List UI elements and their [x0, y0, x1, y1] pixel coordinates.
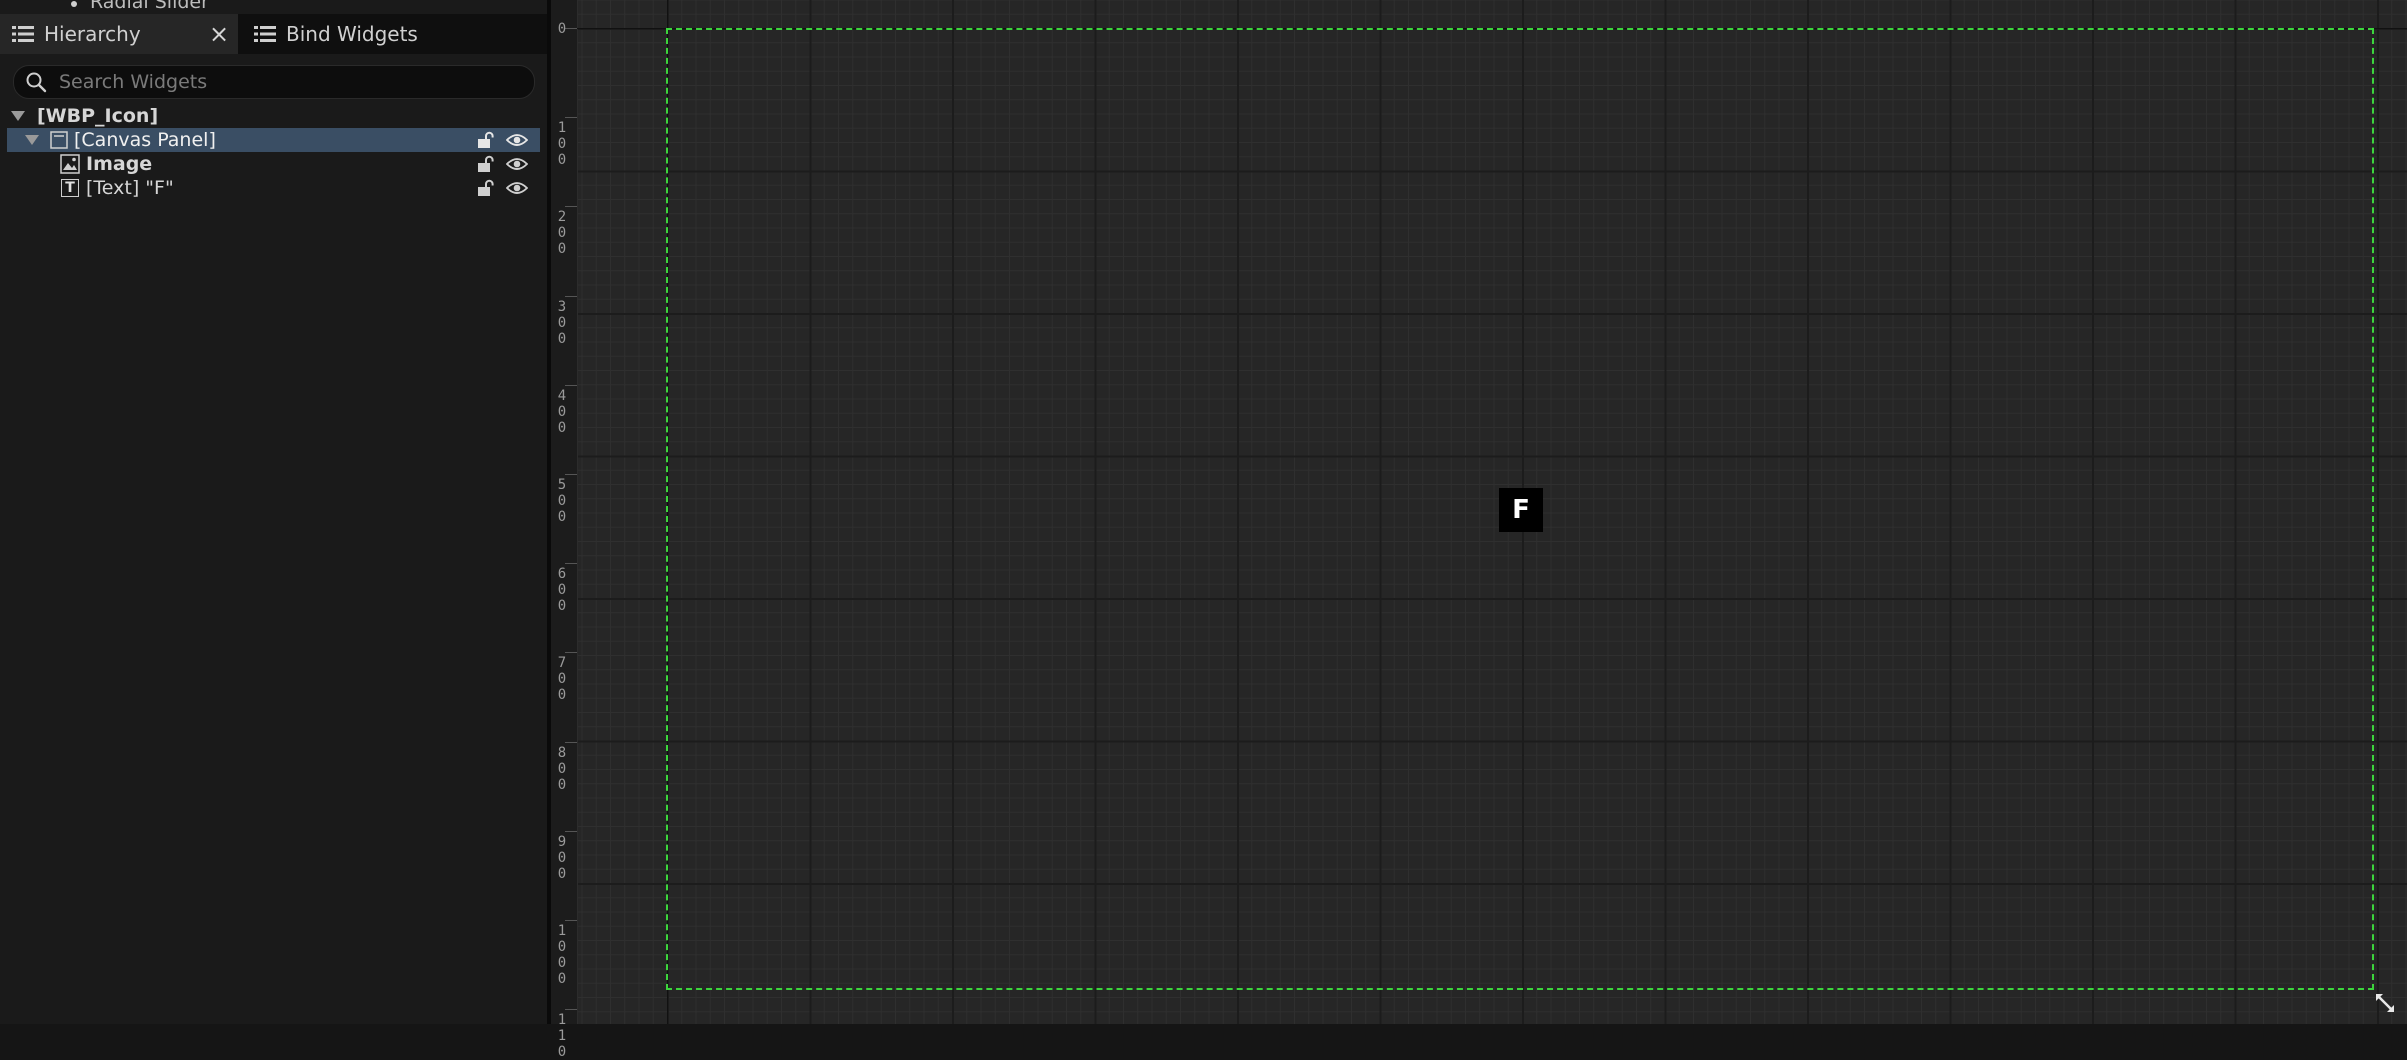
tree-label-canvas-panel: [Canvas Panel]: [74, 129, 216, 151]
list-icon: [12, 26, 34, 42]
list-icon: [254, 26, 276, 42]
palette-item-radial-slider[interactable]: Radial Slider: [90, 0, 209, 12]
ruler-label: 400: [557, 387, 567, 436]
ruler-label: 900: [557, 833, 567, 882]
vertical-ruler: 0 100 200 300 400 500 600 700 800 900 1000 110: [551, 0, 578, 1060]
visibility-eye-icon[interactable]: [506, 132, 528, 148]
ruler-tick: [565, 652, 577, 654]
ruler-tick: [565, 741, 577, 743]
ruler-tick: [565, 117, 577, 119]
tree-row-text[interactable]: T [Text] "F": [0, 176, 547, 200]
image-widget-icon: [60, 154, 80, 174]
tab-hierarchy-label: Hierarchy: [44, 22, 141, 46]
visibility-eye-icon[interactable]: [506, 180, 528, 196]
ruler-label: 800: [557, 744, 567, 793]
row-actions: [476, 128, 540, 152]
ruler-tick: [565, 830, 577, 832]
visibility-eye-icon[interactable]: [506, 156, 528, 172]
tree-label-image: Image: [86, 153, 153, 175]
ruler-label: 200: [557, 209, 567, 258]
ruler-label: 100: [557, 120, 567, 169]
ruler-label: 0: [557, 21, 567, 37]
tree-label-root: [WBP_Icon]: [37, 105, 159, 127]
ruler-tick: [565, 563, 577, 565]
ruler-tick: [565, 1009, 577, 1011]
unlock-icon[interactable]: [476, 131, 494, 149]
unlock-icon[interactable]: [476, 155, 494, 173]
bullet-icon: [71, 1, 77, 7]
ruler-tick: [565, 384, 577, 386]
ruler-label: 1000: [557, 923, 567, 987]
designer-canvas[interactable]: 0 100 200 300 400 500 600 700 800 900 1000 110 F: [551, 0, 2407, 1060]
tab-hierarchy[interactable]: Hierarchy ×: [0, 14, 238, 54]
ruler-tick: [565, 920, 577, 921]
expand-arrow-icon[interactable]: [11, 111, 25, 121]
search-box: [13, 65, 535, 99]
ruler-label: 110: [557, 1012, 567, 1060]
resize-handle-icon[interactable]: [2374, 992, 2396, 1014]
ruler-label: 700: [557, 655, 567, 704]
unlock-icon[interactable]: [476, 179, 494, 197]
tree-row-root[interactable]: [WBP_Icon]: [0, 104, 547, 128]
tree-row-canvas-panel[interactable]: [Canvas Panel]: [7, 128, 540, 152]
ruler-tick: [565, 474, 577, 475]
close-icon[interactable]: ×: [205, 14, 233, 54]
row-actions: [476, 152, 540, 176]
palette-list-remnant: Radial Slider: [0, 0, 547, 12]
hierarchy-panel: Radial Slider Hierarchy × Bind Widgets S…: [0, 0, 547, 1024]
ruler-tick: [565, 206, 577, 208]
ruler-label: 500: [557, 477, 567, 525]
panel-tab-bar: Hierarchy × Bind Widgets: [0, 14, 547, 54]
tree-label-text: [Text] "F": [86, 177, 174, 199]
canvas-panel-icon: [50, 131, 68, 149]
row-actions: [476, 176, 540, 200]
text-widget-icon: T: [61, 179, 79, 197]
text-widget-f[interactable]: F: [1499, 488, 1543, 532]
expand-arrow-icon[interactable]: [25, 135, 39, 145]
search-input[interactable]: [57, 70, 521, 94]
search-icon: [25, 71, 47, 93]
ruler-label: 300: [557, 298, 567, 347]
ruler-tick: [565, 295, 577, 297]
tab-bind-widgets-label: Bind Widgets: [286, 22, 418, 46]
tab-bind-widgets[interactable]: Bind Widgets: [242, 14, 442, 54]
ruler-label: 600: [557, 566, 567, 615]
tree-row-image[interactable]: Image: [0, 152, 547, 176]
